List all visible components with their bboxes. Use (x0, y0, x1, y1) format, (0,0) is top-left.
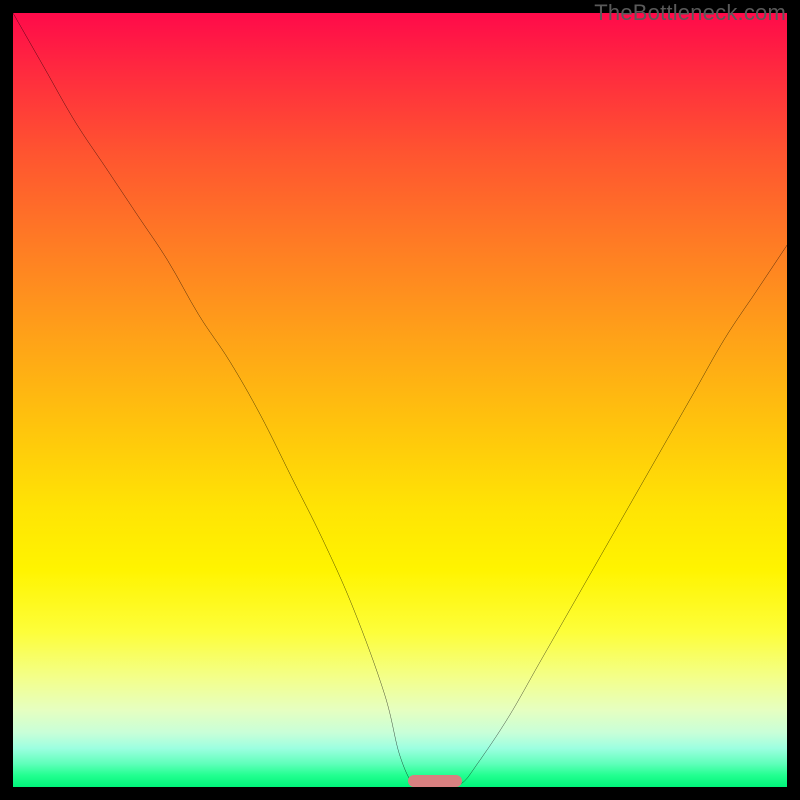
watermark-text: TheBottleneck.com (594, 0, 786, 26)
optimal-marker (408, 775, 462, 787)
chart-container: TheBottleneck.com (0, 0, 800, 800)
plot-area (13, 13, 787, 787)
bottleneck-curve (13, 13, 787, 787)
curve-layer (13, 13, 787, 787)
